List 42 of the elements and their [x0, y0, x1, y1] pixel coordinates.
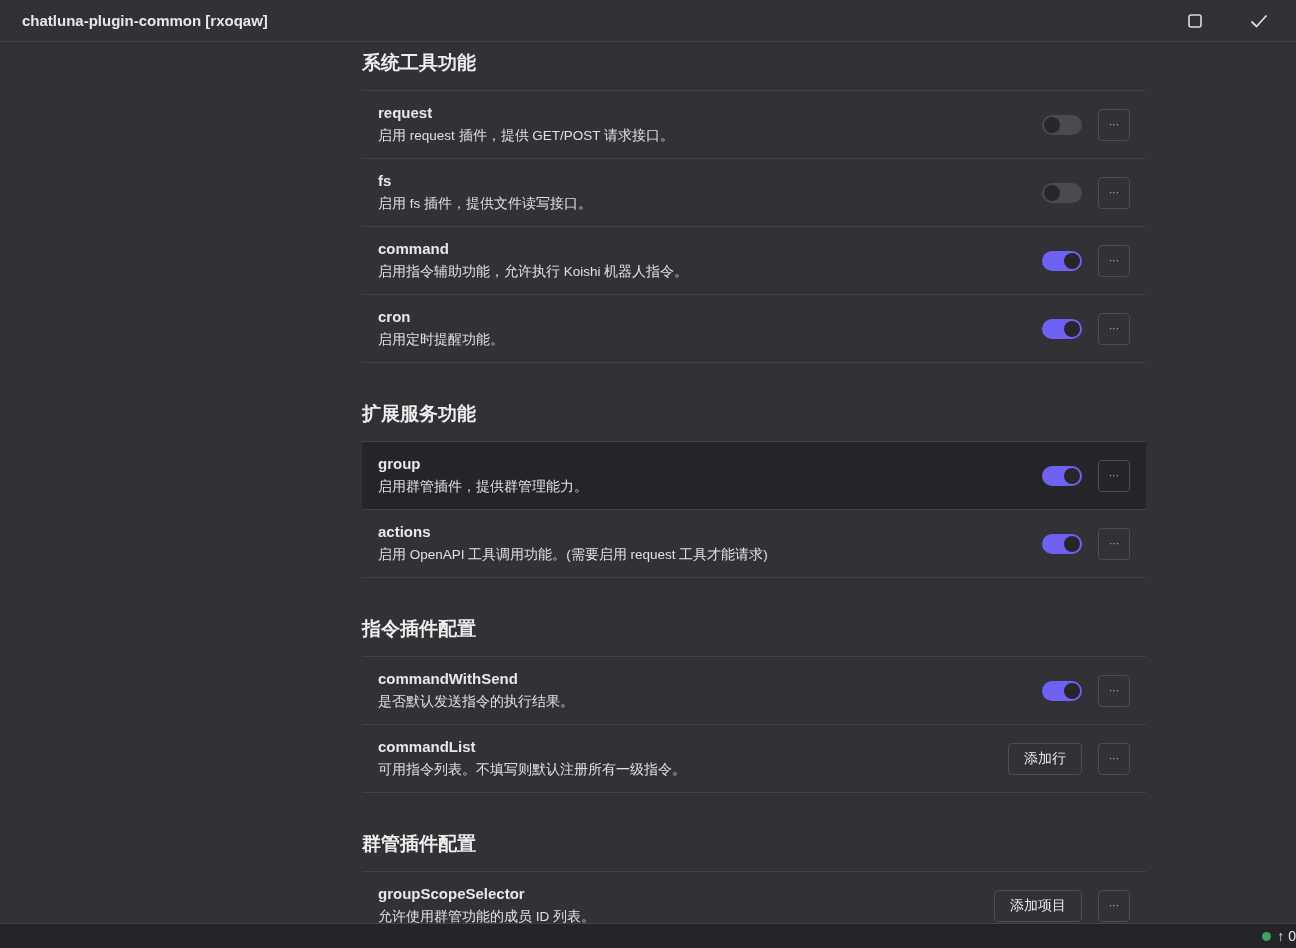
- setting-name: command: [378, 240, 450, 257]
- setting-name: group: [378, 455, 422, 472]
- setting-name: fs: [378, 172, 393, 189]
- upload-count: ↑ 0: [1277, 928, 1296, 944]
- setting-name: groupScopeSelector: [378, 885, 526, 902]
- toggle-switch[interactable]: [1042, 114, 1082, 135]
- more-button[interactable]: ···: [1098, 108, 1130, 141]
- setting-description: 启用 fs 插件，提供文件读写接口。: [378, 195, 593, 213]
- toggle-switch[interactable]: [1042, 250, 1082, 271]
- section-title: 扩展服务功能: [362, 402, 477, 426]
- setting-description: 启用 OpenAPI 工具调用功能。(需要启用 request 工具才能请求): [378, 546, 769, 564]
- toggle-switch[interactable]: [1042, 680, 1082, 701]
- more-button[interactable]: ···: [1098, 742, 1130, 775]
- add-button[interactable]: 添加项目: [994, 889, 1082, 922]
- setting-name: commandList: [378, 738, 477, 755]
- more-button[interactable]: ···: [1098, 889, 1130, 922]
- setting-description: 允许使用群管功能的成员 ID 列表。: [378, 908, 596, 923]
- section-title: 群管插件配置: [362, 832, 477, 856]
- more-button[interactable]: ···: [1098, 176, 1130, 209]
- setting-description: 启用指令辅助功能，允许执行 Koishi 机器人指令。: [378, 263, 690, 281]
- toggle-switch[interactable]: [1042, 182, 1082, 203]
- setting-description: 启用定时提醒功能。: [378, 331, 505, 349]
- more-button[interactable]: ···: [1098, 312, 1130, 345]
- setting-name: commandWithSend: [378, 670, 519, 687]
- setting-description: 启用 request 插件，提供 GET/POST 请求接口。: [378, 127, 676, 145]
- setting-name: actions: [378, 523, 432, 540]
- setting-description: 可用指令列表。不填写则默认注册所有一级指令。: [378, 761, 687, 779]
- setting-name: request: [378, 104, 434, 121]
- section-title: 指令插件配置: [362, 617, 477, 641]
- toggle-switch[interactable]: [1042, 533, 1082, 554]
- more-button[interactable]: ···: [1098, 527, 1130, 560]
- setting-name: cron: [378, 308, 412, 325]
- toggle-switch[interactable]: [1042, 318, 1082, 339]
- more-button[interactable]: ···: [1098, 459, 1130, 492]
- setting-description: 启用群管插件，提供群管理能力。: [378, 478, 589, 496]
- more-button[interactable]: ···: [1098, 674, 1130, 707]
- add-button[interactable]: 添加行: [1008, 742, 1082, 775]
- more-button[interactable]: ···: [1098, 244, 1130, 277]
- setting-description: 是否默认发送指令的执行结果。: [378, 693, 575, 711]
- toggle-switch[interactable]: [1042, 465, 1082, 486]
- window-title: chatluna-plugin-common [rxoqaw]: [22, 12, 269, 29]
- section-title: 系统工具功能: [362, 51, 477, 75]
